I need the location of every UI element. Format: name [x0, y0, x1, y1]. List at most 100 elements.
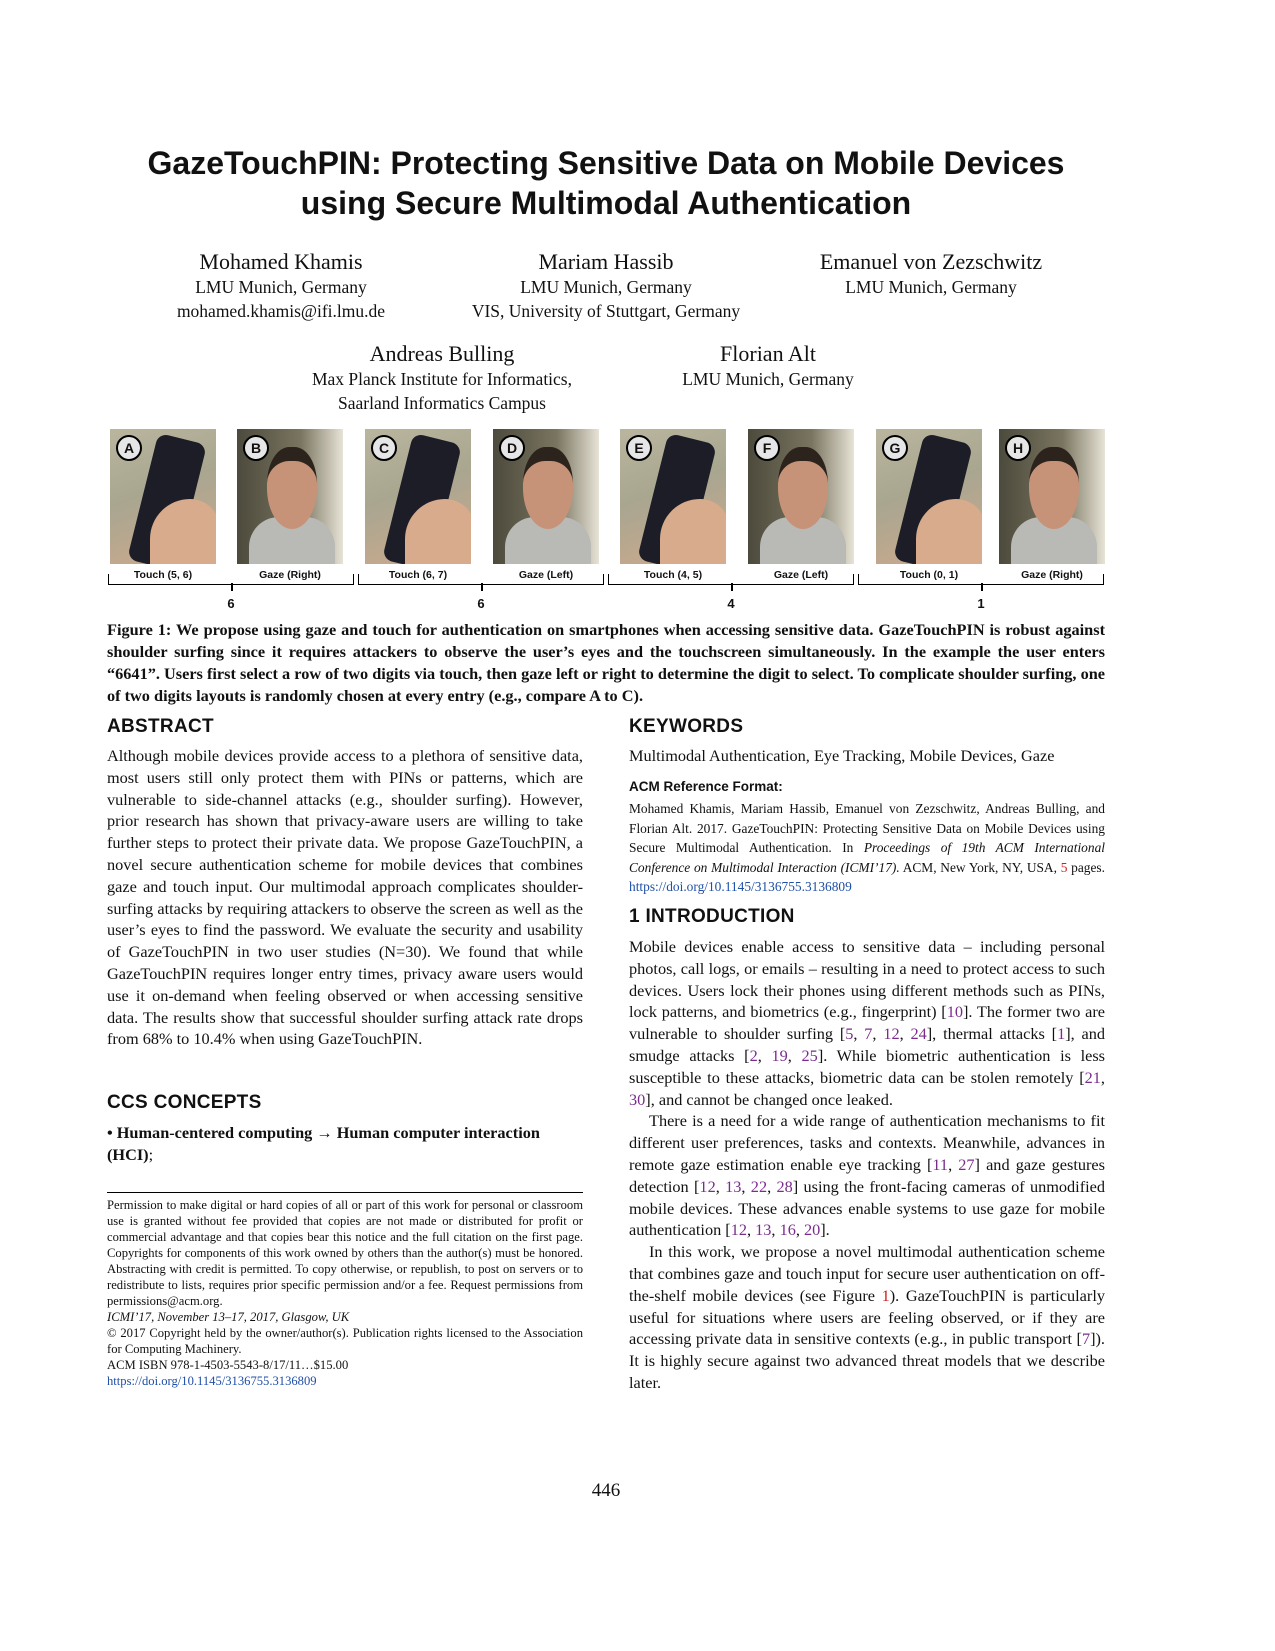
citation-link[interactable]: 12 — [731, 1220, 747, 1239]
person-head — [267, 447, 317, 529]
title-line: GazeTouchPIN: Protecting Sensitive Data … — [147, 145, 1065, 181]
text-run: , — [747, 1220, 756, 1240]
footnote-divider — [107, 1192, 583, 1193]
text-run: ]. — [820, 1220, 830, 1240]
citation-link[interactable]: 7 — [1082, 1329, 1090, 1348]
author-affiliation: Max Planck Institute for Informatics, — [311, 369, 572, 389]
text-run: , — [948, 1154, 959, 1174]
author-name: Mariam Hassib — [538, 249, 674, 274]
entered-digit: 1 — [977, 596, 985, 611]
page-number: 446 — [591, 1480, 621, 1501]
intro-text: Mobile devices enable access to sensitiv… — [629, 936, 1105, 1394]
pair-bracket — [858, 574, 1104, 591]
citation-link[interactable]: 16 — [780, 1220, 796, 1239]
permission-notice: Permission to make digital or hard copie… — [107, 1198, 583, 1308]
bracket-tick — [481, 583, 483, 591]
panel-letter-badge: B — [243, 435, 269, 461]
keywords-text: Multimodal Authentication, Eye Tracking,… — [629, 746, 1055, 765]
panel-letter-badge: F — [754, 435, 780, 461]
author-affiliation: LMU Munich, Germany — [845, 277, 1017, 297]
title-line: using Secure Multimodal Authentication — [300, 185, 912, 221]
keywords-heading: KEYWORDS — [629, 716, 744, 737]
citation-link[interactable]: 24 — [910, 1024, 926, 1043]
reference-link[interactable]: 1 — [882, 1286, 890, 1305]
text-run: , — [787, 1045, 802, 1065]
citation-link[interactable]: 27 — [958, 1155, 974, 1174]
author-name: Emanuel von Zezschwitz — [819, 249, 1043, 274]
text-run: ACM, New York, NY, USA, — [899, 859, 1061, 875]
citation-link[interactable]: 30 — [629, 1090, 645, 1109]
text-run: , — [872, 1024, 884, 1044]
citation-link[interactable]: 13 — [725, 1177, 741, 1196]
doi-link[interactable]: https://doi.org/10.1145/3136755.3136809 — [107, 1373, 583, 1389]
gaze-photo: B — [237, 429, 343, 564]
abstract-heading: ABSTRACT — [107, 716, 214, 737]
entered-digit: 6 — [227, 596, 235, 611]
author-affiliation: LMU Munich, Germany — [520, 277, 692, 297]
panel-letter-badge: C — [371, 435, 397, 461]
citation-link[interactable]: 28 — [776, 1177, 792, 1196]
gaze-photo: H — [999, 429, 1105, 564]
person-head — [523, 447, 573, 529]
isbn: ACM ISBN 978-1-4503-5543-8/17/11…$15.00 — [107, 1358, 349, 1372]
intro-paragraph: Mobile devices enable access to sensitiv… — [629, 936, 1105, 1110]
author-block: Andreas Bulling Max Planck Institute for… — [282, 341, 602, 415]
text-run: , — [853, 1024, 865, 1044]
footnote: Permission to make digital or hard copie… — [107, 1197, 583, 1389]
doi-link[interactable]: https://doi.org/10.1145/3136755.3136809 — [629, 879, 852, 894]
ccs-concepts: • Human-centered computing → Human compu… — [107, 1122, 583, 1166]
copyright: © 2017 Copyright held by the owner/autho… — [107, 1326, 583, 1356]
bracket-tick — [731, 583, 733, 591]
text-run: , — [771, 1220, 780, 1240]
author-affiliation: VIS, University of Stuttgart, Germany — [471, 301, 741, 321]
text-run: , — [741, 1176, 751, 1196]
pair-bracket — [108, 574, 354, 591]
text-run: ], and cannot be changed once leaked. — [645, 1089, 893, 1109]
intro-heading: 1 INTRODUCTION — [629, 906, 795, 927]
citation-link[interactable]: 19 — [772, 1046, 788, 1065]
citation-link[interactable]: 1 — [1057, 1024, 1065, 1043]
touch-photo: E — [620, 429, 726, 564]
author-block: Mohamed Khamis LMU Munich, Germany moham… — [150, 249, 412, 323]
touch-photo: G — [876, 429, 982, 564]
paper-page: GazeTouchPIN: Protecting Sensitive Data … — [0, 0, 1275, 1651]
citation-link[interactable]: 25 — [802, 1046, 818, 1065]
author-name: Florian Alt — [720, 341, 816, 366]
citation-link[interactable]: 12 — [883, 1024, 899, 1043]
author-block: Florian Alt LMU Munich, Germany — [648, 341, 888, 391]
intro-paragraph: In this work, we propose a novel multimo… — [629, 1241, 1105, 1394]
citation-link[interactable]: 2 — [750, 1046, 758, 1065]
author-email[interactable]: mohamed.khamis@ifi.lmu.de — [150, 299, 412, 323]
author-affiliation: LMU Munich, Germany — [682, 369, 854, 389]
citation-link[interactable]: 22 — [751, 1177, 767, 1196]
panel-letter-badge: E — [626, 435, 652, 461]
venue: ICMI’17, November 13–17, 2017, Glasgow, … — [107, 1310, 350, 1324]
person-head — [778, 447, 828, 529]
citation-link[interactable]: 20 — [804, 1220, 820, 1239]
person-head — [1029, 447, 1079, 529]
gaze-photo: D — [493, 429, 599, 564]
author-block: Emanuel von Zezschwitz LMU Munich, Germa… — [790, 249, 1072, 299]
citation-link[interactable]: 12 — [699, 1177, 715, 1196]
text-run: ], thermal attacks [ — [926, 1024, 1058, 1044]
text-run: pages. — [1067, 859, 1105, 875]
entered-digit: 4 — [727, 596, 735, 611]
citation-link[interactable]: 21 — [1085, 1068, 1101, 1087]
abstract-text: Although mobile devices provide access t… — [107, 746, 583, 1049]
bracket-tick — [981, 583, 983, 591]
citation-link[interactable]: 13 — [755, 1220, 771, 1239]
author-name: Mohamed Khamis — [199, 249, 363, 274]
gaze-photo: F — [748, 429, 854, 564]
author-name: Andreas Bulling — [369, 341, 515, 366]
pair-bracket — [608, 574, 854, 591]
panel-letter-badge: A — [116, 435, 142, 461]
citation-link[interactable]: 10 — [947, 1002, 963, 1021]
text-run: , — [899, 1024, 911, 1044]
bracket-tick — [231, 583, 233, 591]
author-affiliation: Saarland Informatics Campus — [337, 393, 546, 413]
text-run: , — [757, 1045, 772, 1065]
ccs-heading: CCS CONCEPTS — [107, 1092, 262, 1113]
figure-caption: Figure 1: We propose using gaze and touc… — [107, 620, 1105, 705]
text-run: , — [795, 1220, 804, 1240]
citation-link[interactable]: 11 — [932, 1155, 948, 1174]
